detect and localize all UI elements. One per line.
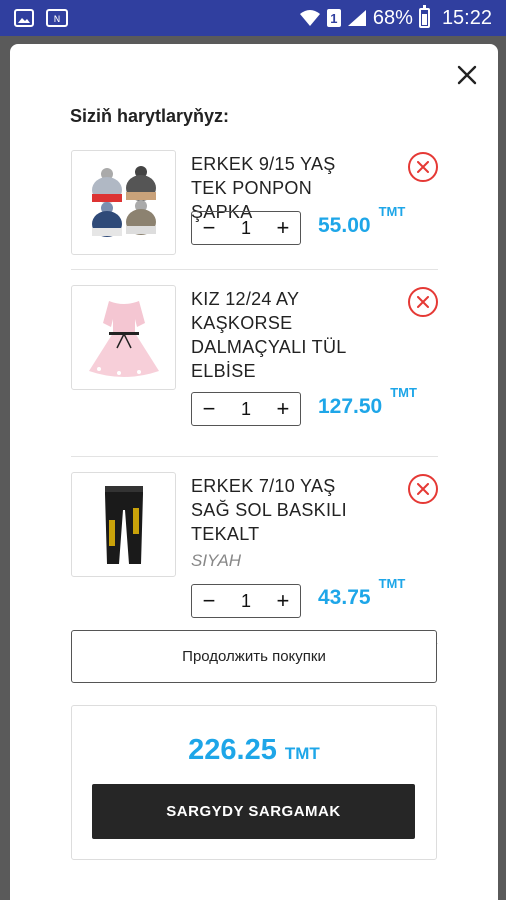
clock: 15:22 <box>441 6 492 29</box>
price: 55.00 TMT <box>318 204 405 238</box>
total-currency: TMT <box>284 744 320 763</box>
checkout-button[interactable]: SARGYDY SARGAMAK <box>92 784 415 839</box>
remove-icon[interactable] <box>408 152 438 182</box>
product-variant: SIYAH <box>191 551 242 570</box>
cart-item: KIZ 12/24 AY KAŞKORSE DALMAÇYALI TÜL ELB… <box>71 285 438 457</box>
price: 127.50 TMT <box>318 385 417 419</box>
product-name[interactable]: ERKEK 7/10 YAŞ SAĞ SOL BASKILI TEKALT <box>191 474 376 546</box>
continue-shopping-button[interactable]: Продолжить покупки <box>71 630 437 683</box>
cart-title: Siziň harytlaryňyz: <box>70 106 230 126</box>
hats-image <box>91 165 156 237</box>
cart-item: ERKEK 7/10 YAŞ SAĞ SOL BASKILI TEKALT SI… <box>71 472 438 644</box>
battery-icon <box>418 5 430 28</box>
product-image[interactable] <box>71 285 176 390</box>
price-currency: TMT <box>390 385 417 400</box>
remove-icon[interactable] <box>408 287 438 317</box>
increment-button[interactable]: + <box>266 212 300 244</box>
product-image[interactable] <box>71 472 176 577</box>
price: 43.75 TMT <box>318 576 405 610</box>
decrement-button[interactable]: − <box>192 585 226 617</box>
product-image[interactable] <box>71 150 176 255</box>
close-icon[interactable] <box>456 64 478 86</box>
product-name[interactable]: KIZ 12/24 AY KAŞKORSE DALMAÇYALI TÜL ELB… <box>191 287 376 383</box>
battery-percent: 68% <box>372 6 413 29</box>
cart-items: ERKEK 9/15 YAŞ TEK PONPON ŞAPKA − 1 + 55… <box>71 150 438 644</box>
decrement-button[interactable]: − <box>192 393 226 425</box>
remove-icon[interactable] <box>408 474 438 504</box>
pants-image <box>104 485 143 564</box>
cart-item: ERKEK 9/15 YAŞ TEK PONPON ŞAPKA − 1 + 55… <box>71 150 438 270</box>
quantity-value: 1 <box>240 590 251 611</box>
increment-button[interactable]: + <box>266 585 300 617</box>
total-box: 226.25 TMT SARGYDY SARGAMAK <box>71 705 437 860</box>
quantity-value: 1 <box>240 398 251 419</box>
price-amount: 127.50 <box>318 395 383 418</box>
price-currency: TMT <box>378 204 406 219</box>
status-bar: N 1 68% 15:22 <box>0 0 506 36</box>
decrement-button[interactable]: − <box>192 212 226 244</box>
quantity-value: 1 <box>240 217 251 238</box>
cart-total: 226.25 TMT <box>72 734 436 767</box>
sim-badge: 1 <box>326 9 341 27</box>
quantity-stepper: − 1 + <box>191 211 301 245</box>
quantity-stepper: − 1 + <box>191 584 301 618</box>
dress-image <box>88 300 159 377</box>
price-amount: 55.00 <box>318 214 371 237</box>
svg-text:N: N <box>54 15 61 25</box>
increment-button[interactable]: + <box>266 393 300 425</box>
image-icon <box>14 9 34 27</box>
nfc-icon: N <box>46 9 68 27</box>
price-currency: TMT <box>378 576 406 591</box>
wifi-icon <box>299 9 321 27</box>
signal-icon <box>347 9 367 27</box>
quantity-stepper: − 1 + <box>191 392 301 426</box>
total-amount: 226.25 <box>188 734 277 766</box>
price-amount: 43.75 <box>318 586 371 609</box>
